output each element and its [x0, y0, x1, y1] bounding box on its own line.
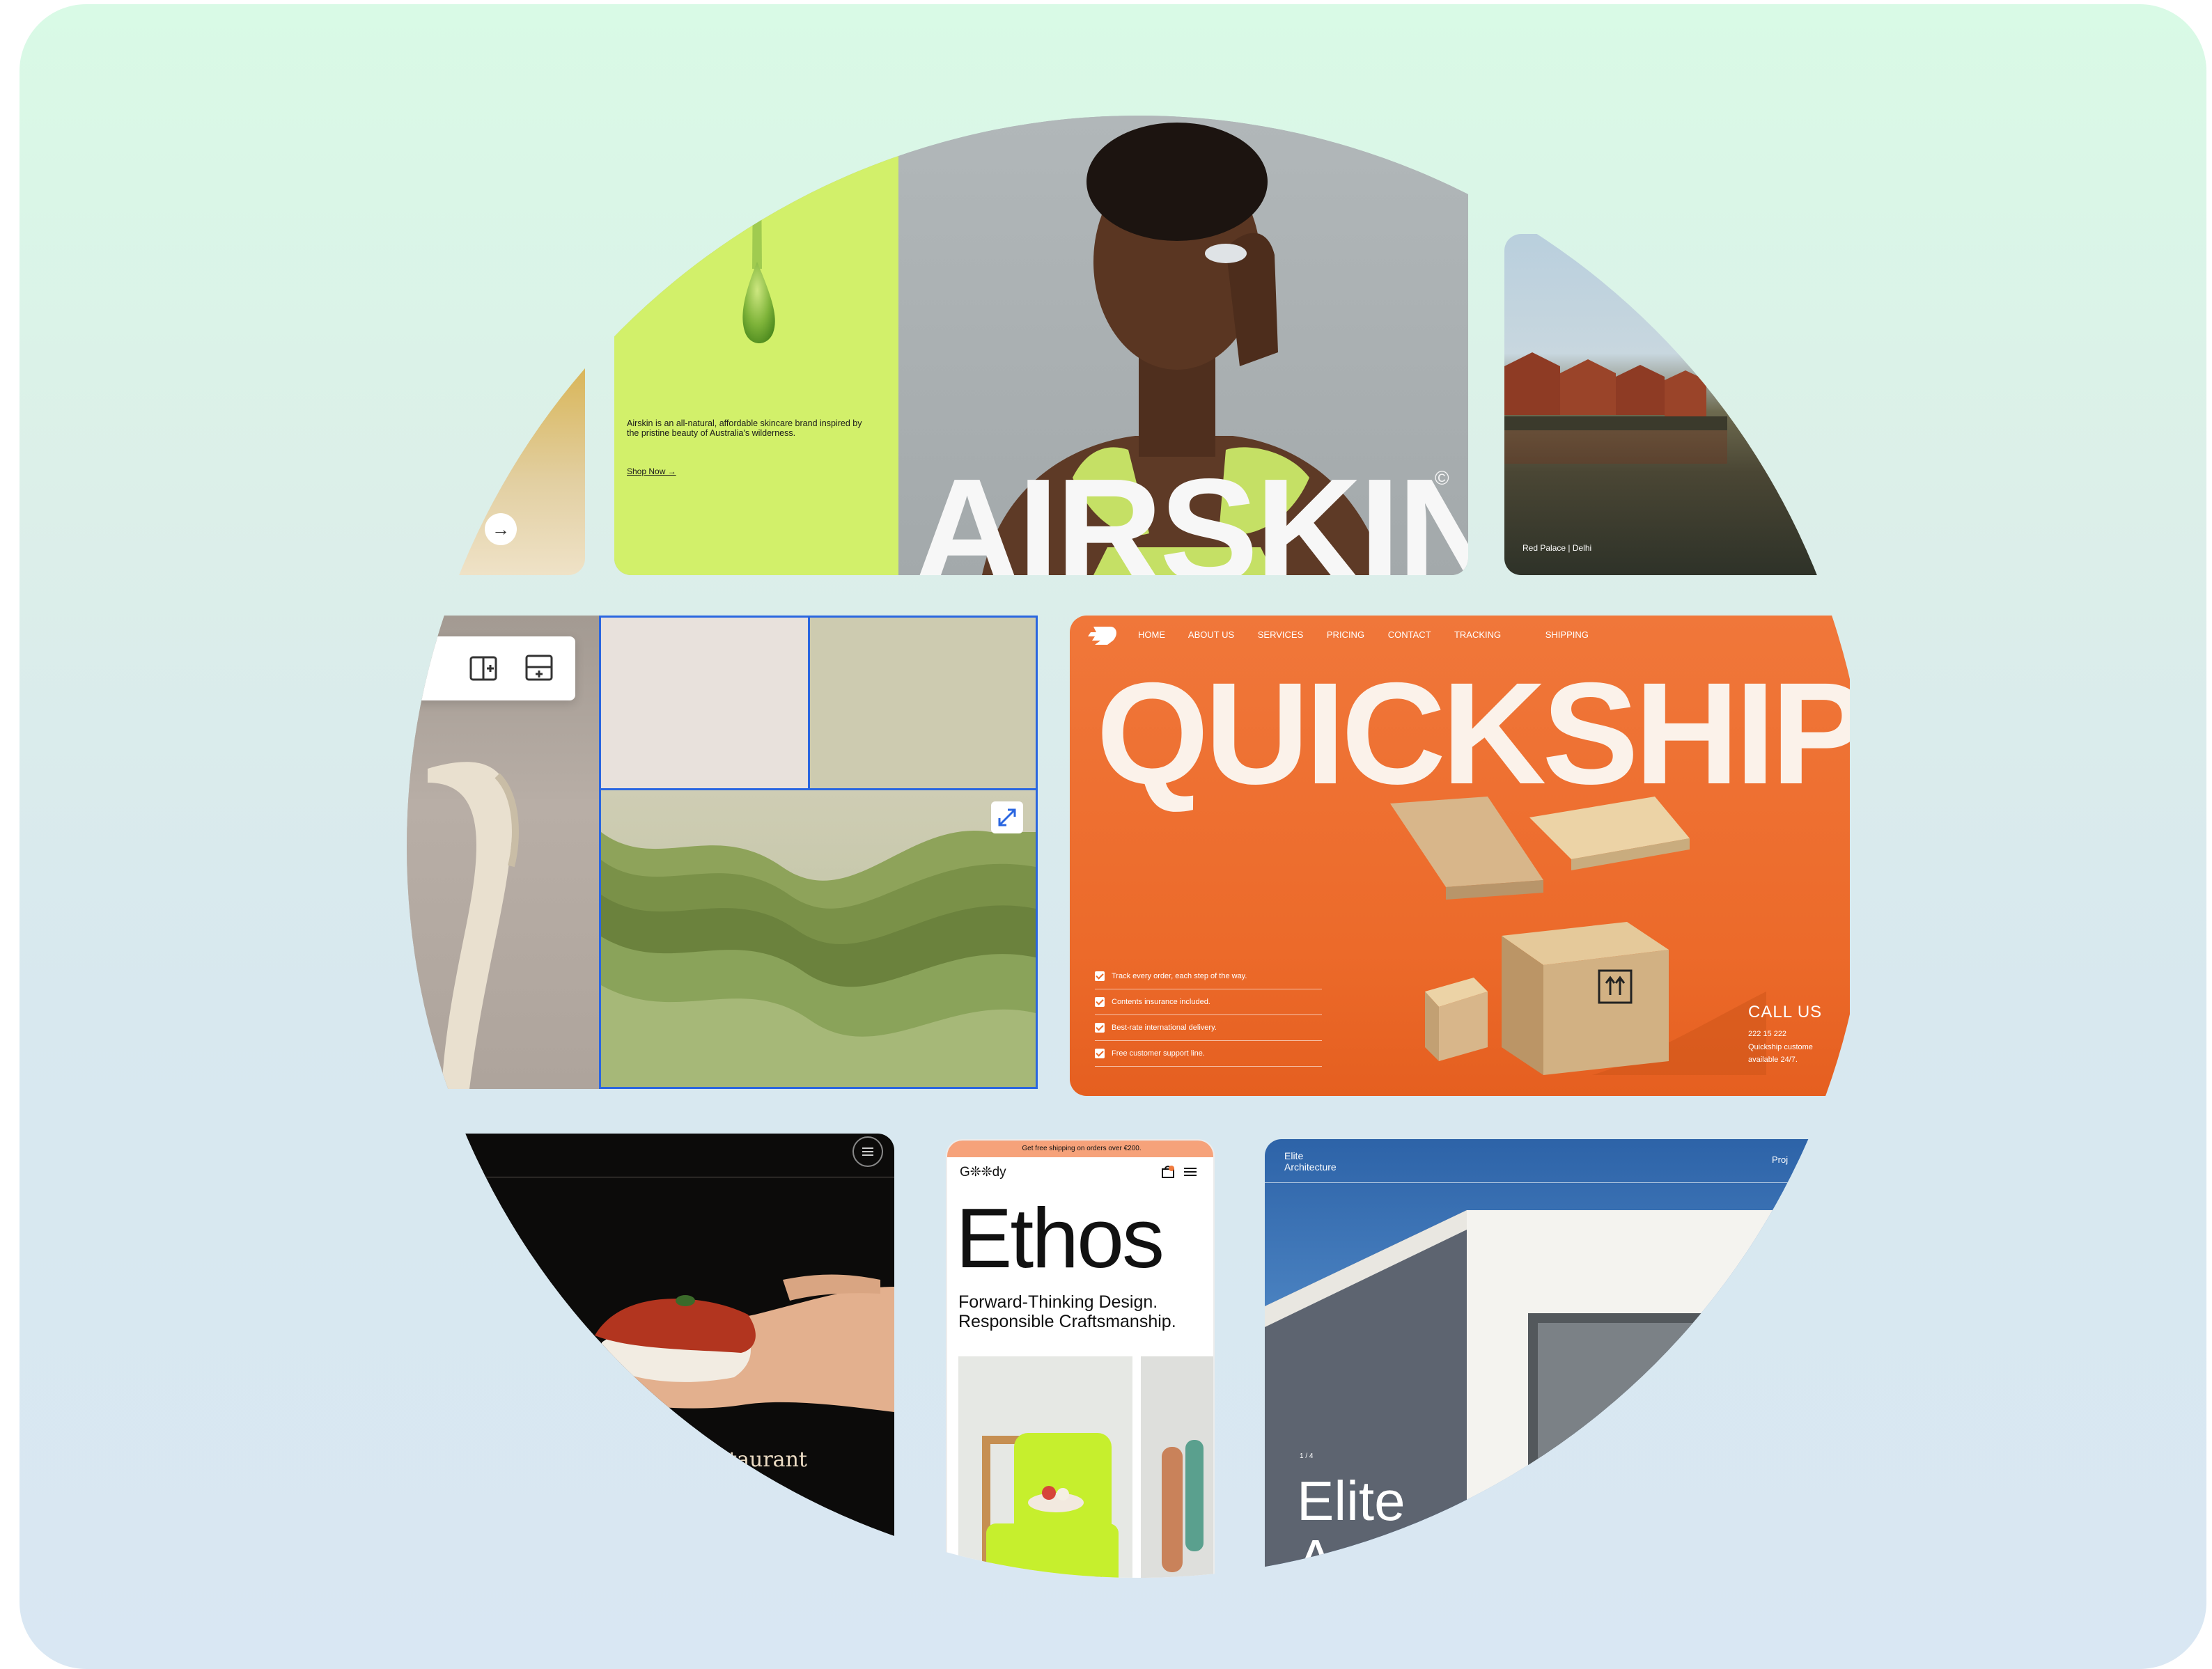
- ethos-subtitle: Forward-Thinking Design. Responsible Cra…: [958, 1292, 1176, 1331]
- vase-photo: [1141, 1356, 1213, 1578]
- airskin-brand-title: AIRSKIN: [914, 448, 1468, 576]
- green-waves-cell[interactable]: [601, 790, 1036, 1087]
- sushi-hand-image: [553, 1274, 894, 1412]
- arrow-left-icon[interactable]: ←: [435, 513, 467, 545]
- nav-contact[interactable]: CONTACT: [1388, 629, 1431, 640]
- call-us-text-1: Quickship custome: [1748, 1043, 1813, 1051]
- feature-list: Track every order, each step of the way.…: [1095, 964, 1322, 1067]
- cart-icon[interactable]: [1160, 1164, 1176, 1180]
- menu-icon[interactable]: [852, 1136, 883, 1167]
- goody-tile: Get free shipping on orders over €200. G…: [946, 1139, 1215, 1578]
- selected-block[interactable]: [599, 616, 1038, 1089]
- feature-item: Contents insurance included.: [1095, 989, 1322, 1015]
- parcels-image: [1390, 797, 1766, 1075]
- showcase-circle: ← → Airskin is an all-natural, affordabl…: [407, 116, 1869, 1578]
- nav-services[interactable]: SERVICES: [1258, 629, 1304, 640]
- call-us-phone[interactable]: 222 15 222: [1748, 1030, 1786, 1038]
- feature-item: Free customer support line.: [1095, 1041, 1322, 1067]
- builder-tile: [407, 616, 1038, 1089]
- block-toolbar: [414, 636, 575, 700]
- elite-heading-1: Elite: [1297, 1470, 1405, 1532]
- beige-cell[interactable]: [601, 618, 810, 790]
- sage-cell[interactable]: [810, 618, 1036, 790]
- airskin-description: Airskin is an all-natural, affordable sk…: [627, 418, 862, 438]
- elite-heading: Elite A: [1297, 1472, 1405, 1578]
- chair-photo: [958, 1356, 1132, 1578]
- restaurant-line-1: ian Restaurant: [651, 1448, 807, 1472]
- nav-home[interactable]: HOME: [1138, 629, 1165, 640]
- expand-icon[interactable]: [991, 801, 1023, 833]
- hotel-caption: Red Palace | Delhi: [1522, 543, 1592, 553]
- restaurant-line-3: the: [727, 1495, 762, 1519]
- feature-text: Best-rate international delivery.: [1112, 1024, 1217, 1032]
- goody-logo[interactable]: G❊❊dy: [960, 1164, 1006, 1180]
- restaurant-headline: ian Restaurant arkable the: [651, 1448, 807, 1519]
- nav-pricing[interactable]: PRICING: [1327, 629, 1364, 640]
- restaurant-tile: ian Restaurant arkable the: [407, 1134, 894, 1578]
- sand-slider-tile: ← →: [407, 199, 585, 575]
- water-drop-image: [742, 116, 775, 343]
- feature-text: Contents insurance included.: [1112, 998, 1210, 1006]
- feature-item: Best-rate international delivery.: [1095, 1015, 1322, 1041]
- nav-shipping[interactable]: SHIPPING: [1545, 629, 1589, 640]
- menu-icon[interactable]: [1183, 1164, 1198, 1180]
- hotel-tile: Red Palace | Delhi: [1504, 234, 1869, 575]
- slide-counter: 1 / 4: [1300, 1452, 1314, 1460]
- quickship-tile: HOME ABOUT US SERVICES PRICING CONTACT T…: [1070, 616, 1850, 1096]
- call-us-text-2: available 24/7.: [1748, 1056, 1798, 1064]
- quickship-nav: HOME ABOUT US SERVICES PRICING CONTACT T…: [1138, 629, 1610, 640]
- airskin-lime-panel: Airskin is an all-natural, affordable sk…: [614, 116, 898, 575]
- restaurant-line-2: arkable: [681, 1471, 761, 1496]
- ethos-subtitle-2: Responsible Craftsmanship.: [958, 1312, 1176, 1331]
- elite-heading-2: A: [1297, 1528, 1334, 1578]
- check-icon: [1095, 1049, 1105, 1058]
- feature-text: Track every order, each step of the way.: [1112, 972, 1247, 980]
- nav-tracking[interactable]: TRACKING: [1454, 629, 1501, 640]
- shipping-banner: Get free shipping on orders over €200.: [947, 1141, 1213, 1157]
- showcase-frame: ← → Airskin is an all-natural, affordabl…: [20, 4, 2206, 1669]
- check-icon: [1095, 997, 1105, 1007]
- airskin-tile: Airskin is an all-natural, affordable sk…: [614, 116, 1468, 575]
- ethos-subtitle-1: Forward-Thinking Design.: [958, 1292, 1158, 1312]
- add-row-icon[interactable]: [524, 653, 554, 684]
- check-icon: [1095, 971, 1105, 981]
- feature-item: Track every order, each step of the way.: [1095, 964, 1322, 989]
- shop-now-link[interactable]: Shop Now →: [627, 467, 676, 476]
- logo-icon: [1088, 627, 1116, 645]
- check-icon: [1095, 1023, 1105, 1033]
- call-us-heading: CALL US: [1748, 1003, 1823, 1021]
- ethos-title: Ethos: [956, 1191, 1165, 1285]
- arrow-right-icon[interactable]: →: [485, 513, 517, 545]
- copyright-mark: ©: [1435, 467, 1449, 489]
- feature-text: Free customer support line.: [1112, 1049, 1205, 1058]
- nav-about[interactable]: ABOUT US: [1188, 629, 1234, 640]
- elite-tile: Elite Architecture Proj 1 / 4 Elite A: [1265, 1139, 1836, 1578]
- add-column-icon[interactable]: [468, 653, 499, 684]
